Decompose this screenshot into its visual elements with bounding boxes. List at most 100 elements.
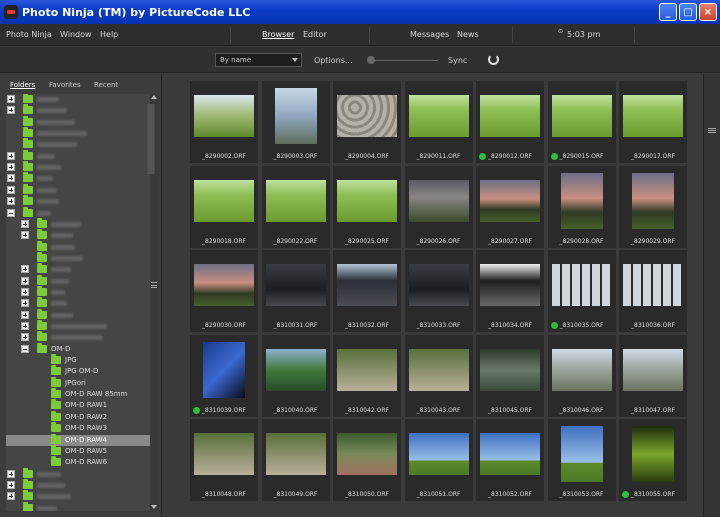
thumbnail-image[interactable] — [265, 348, 326, 391]
news-link[interactable]: News — [457, 30, 479, 39]
expand-icon[interactable] — [7, 95, 15, 103]
sort-select[interactable]: By name — [215, 53, 302, 67]
thumbnail-image[interactable] — [408, 95, 469, 137]
thumbnail-image[interactable] — [337, 95, 397, 137]
collapse-icon[interactable] — [21, 344, 29, 353]
tree-folder-row-blurred[interactable] — [6, 195, 150, 207]
tree-folder-row[interactable]: OM-D RAW1 — [6, 399, 150, 411]
collapse-icon[interactable] — [7, 208, 15, 217]
tree-folder-row-blurred[interactable] — [6, 331, 150, 343]
expand-icon[interactable] — [21, 333, 29, 342]
tree-folder-row-blurred[interactable] — [6, 285, 150, 298]
scroll-up-icon[interactable] — [151, 95, 157, 99]
thumbnail-image[interactable] — [623, 264, 683, 306]
thumbnail-cell[interactable]: _8310039.ORF — [190, 334, 258, 417]
tree-folder-row-blurred[interactable] — [6, 478, 150, 491]
expand-icon[interactable] — [7, 492, 15, 501]
right-resize-grip[interactable] — [708, 128, 716, 133]
tree-folder-row-blurred[interactable] — [6, 94, 150, 105]
tree-folder-row-blurred[interactable] — [6, 115, 150, 128]
thumbnail-image[interactable] — [265, 264, 326, 306]
thumbnail-image[interactable] — [551, 348, 612, 391]
options-button[interactable]: Options... — [314, 56, 353, 65]
thumbnail-cell[interactable]: _8310036.ORF — [619, 250, 687, 332]
thumbnail-cell[interactable]: _8310046.ORF — [547, 334, 616, 417]
thumbnail-cell[interactable]: _8290002.ORF — [190, 81, 258, 163]
thumbnail-image[interactable] — [194, 95, 254, 137]
thumbnail-cell[interactable]: _8310045.ORF — [476, 334, 544, 417]
thumbnail-image[interactable] — [194, 264, 254, 306]
tree-folder-row-blurred[interactable] — [6, 240, 150, 253]
tree-folder-row-blurred[interactable] — [6, 490, 150, 502]
tree-folder-row-blurred[interactable] — [6, 149, 150, 162]
tree-folder-row[interactable]: OM-D RAW3 — [6, 422, 150, 434]
tree-folder-row[interactable]: OM-D RAW4 — [6, 433, 150, 446]
thumbnail-image[interactable] — [408, 348, 469, 391]
expand-icon[interactable] — [7, 174, 15, 183]
thumbnail-image[interactable] — [560, 172, 603, 229]
tree-folder-row-blurred[interactable] — [6, 308, 150, 321]
tree-folder-row[interactable]: JPGori — [6, 376, 150, 389]
thumbnail-image[interactable] — [337, 179, 397, 222]
thumbnail-cell[interactable]: _8310033.ORF — [404, 250, 473, 332]
thumbnail-image[interactable] — [560, 426, 603, 482]
thumbnail-cell[interactable]: _8290025.ORF — [333, 165, 401, 248]
thumbnail-cell[interactable]: _8290011.ORF — [404, 81, 473, 163]
thumbnail-image[interactable] — [337, 348, 397, 391]
tree-folder-row-blurred[interactable] — [6, 320, 150, 332]
thumbnail-cell[interactable]: _8290015.ORF — [547, 81, 616, 163]
thumbnail-image[interactable] — [480, 264, 540, 306]
tree-folder-row-blurred[interactable] — [6, 229, 150, 241]
expand-icon[interactable] — [21, 219, 29, 228]
thumbnail-cell[interactable]: _8310055.ORF — [619, 419, 687, 501]
thumbnail-cell[interactable]: _8310050.ORF — [333, 419, 401, 501]
thumbnail-image[interactable] — [337, 433, 397, 475]
thumbnail-image[interactable] — [551, 95, 612, 137]
thumbnail-cell[interactable]: _8310048.ORF — [190, 419, 258, 501]
thumbnail-image[interactable] — [274, 88, 317, 144]
scroll-thumb[interactable] — [147, 104, 155, 174]
thumbnail-size-slider[interactable] — [370, 60, 438, 61]
tree-folder-row[interactable]: OM-D RAW 85mm — [6, 388, 150, 400]
tree-folder-row-blurred[interactable] — [6, 206, 150, 219]
tree-folder-row-blurred[interactable] — [6, 263, 150, 275]
thumbnail-cell[interactable]: _8310032.ORF — [333, 250, 401, 332]
thumbnail-cell[interactable]: _8290018.ORF — [190, 165, 258, 248]
maximize-button[interactable]: □ — [679, 3, 697, 21]
expand-icon[interactable] — [21, 310, 29, 319]
thumbnail-cell[interactable]: _8310034.ORF — [476, 250, 544, 332]
thumbnail-cell[interactable]: _8310031.ORF — [261, 250, 330, 332]
expand-icon[interactable] — [7, 197, 15, 206]
tree-folder-row-blurred[interactable] — [6, 467, 150, 480]
slider-handle[interactable] — [367, 56, 375, 64]
menu-photo-ninja[interactable]: Photo Ninja — [6, 30, 52, 39]
tree-folder-row[interactable]: OM-D RAW5 — [6, 444, 150, 457]
tree-folder-row[interactable]: JPG OM-D — [6, 365, 150, 377]
thumbnail-cell[interactable]: _8290028.ORF — [547, 165, 616, 248]
thumbnail-image[interactable] — [408, 433, 469, 475]
thumbnail-image[interactable] — [480, 179, 540, 222]
thumbnail-image[interactable] — [480, 348, 540, 391]
thumbnail-cell[interactable]: _8290022.ORF — [261, 165, 330, 248]
expand-icon[interactable] — [21, 287, 29, 296]
thumbnail-image[interactable] — [194, 433, 254, 475]
thumbnail-cell[interactable]: _8310047.ORF — [619, 334, 687, 417]
thumbnail-image[interactable] — [408, 264, 469, 306]
thumbnail-image[interactable] — [623, 348, 683, 391]
expand-icon[interactable] — [21, 322, 29, 330]
thumbnail-image[interactable] — [337, 264, 397, 306]
expand-icon[interactable] — [7, 480, 15, 489]
tree-folder-row-blurred[interactable] — [6, 172, 150, 184]
right-scrollbar[interactable] — [703, 74, 720, 517]
thumbnail-image[interactable] — [265, 433, 326, 475]
scroll-down-icon[interactable] — [151, 505, 157, 509]
thumbnail-image[interactable] — [194, 179, 254, 222]
thumbnail-cell[interactable]: _8310040.ORF — [261, 334, 330, 417]
menu-window[interactable]: Window — [60, 30, 92, 39]
expand-icon[interactable] — [7, 106, 15, 115]
expand-icon[interactable] — [21, 265, 29, 274]
tree-folder-row-blurred[interactable] — [6, 104, 150, 116]
thumbnail-cell[interactable]: _8290030.ORF — [190, 250, 258, 332]
tree-folder-row-blurred[interactable] — [6, 217, 150, 230]
expand-icon[interactable] — [7, 185, 15, 194]
